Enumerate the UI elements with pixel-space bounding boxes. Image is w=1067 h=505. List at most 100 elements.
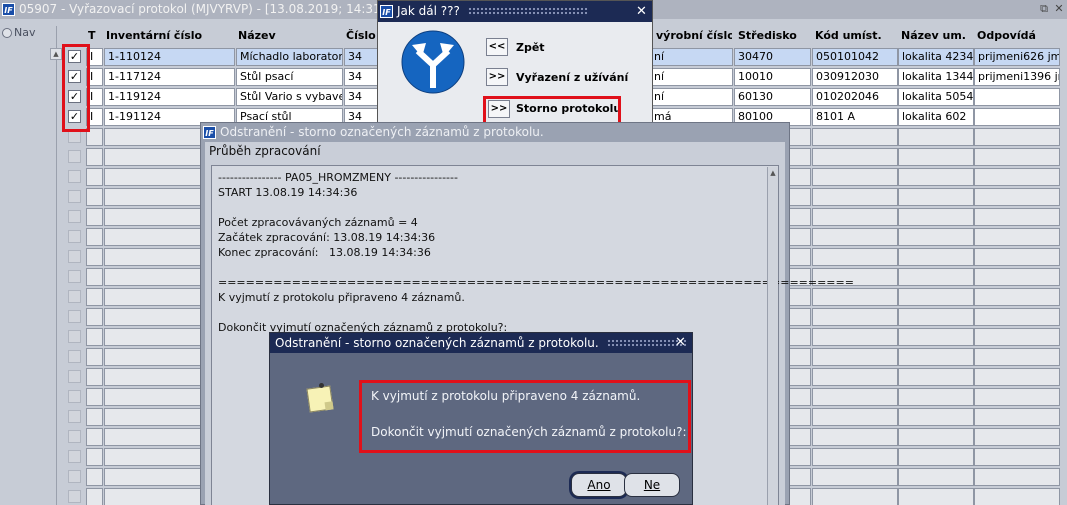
table-cell-odpovida[interactable] xyxy=(974,188,1060,206)
table-cell-nazev_um[interactable] xyxy=(898,468,974,486)
table-cell-nazev_um[interactable] xyxy=(898,448,974,466)
table-cell-nazev_um[interactable]: lokalita 602 xyxy=(898,108,974,126)
row-checkbox[interactable] xyxy=(68,310,81,323)
back-label[interactable]: Zpět xyxy=(516,41,545,54)
table-cell-nazev_um[interactable] xyxy=(898,388,974,406)
table-cell-nazev_um[interactable] xyxy=(898,348,974,366)
table-cell-odpovida[interactable] xyxy=(974,388,1060,406)
row-checkbox[interactable] xyxy=(68,290,81,303)
table-cell-t[interactable] xyxy=(86,388,103,406)
table-cell-t[interactable] xyxy=(86,468,103,486)
table-cell-cislo[interactable]: 34 xyxy=(344,68,378,86)
nav-radio-icon[interactable] xyxy=(2,28,12,38)
table-cell-kod[interactable]: 030912030 xyxy=(812,68,898,86)
row-checkbox[interactable] xyxy=(68,150,81,163)
table-cell-odpovida[interactable] xyxy=(974,168,1060,186)
table-cell-inv[interactable]: 1-110124 xyxy=(104,48,235,66)
table-cell-nazev_um[interactable] xyxy=(898,488,974,505)
table-cell-odpovida[interactable] xyxy=(974,208,1060,226)
table-cell-t[interactable] xyxy=(86,288,103,306)
table-cell-stredisko[interactable]: 30470 xyxy=(734,48,811,66)
table-cell-odpovida[interactable] xyxy=(974,448,1060,466)
row-checkbox[interactable] xyxy=(68,390,81,403)
table-cell-vyr[interactable]: ní xyxy=(650,68,733,86)
table-cell-kod[interactable] xyxy=(812,128,898,146)
table-cell-nazev_um[interactable] xyxy=(898,148,974,166)
row-checkbox[interactable] xyxy=(68,170,81,183)
row-checkbox[interactable] xyxy=(68,450,81,463)
table-cell-odpovida[interactable] xyxy=(974,488,1060,505)
table-cell-nazev_um[interactable] xyxy=(898,268,974,286)
table-cell-kod[interactable]: 050101042 xyxy=(812,48,898,66)
table-cell-kod[interactable] xyxy=(812,428,898,446)
table-cell-t[interactable] xyxy=(86,308,103,326)
table-cell-t[interactable] xyxy=(86,328,103,346)
table-cell-t[interactable] xyxy=(86,148,103,166)
table-cell-inv[interactable]: 1-119124 xyxy=(104,88,235,106)
table-cell-t[interactable] xyxy=(86,448,103,466)
table-cell-kod[interactable] xyxy=(812,368,898,386)
table-cell-kod[interactable] xyxy=(812,408,898,426)
table-cell-nazev_um[interactable]: lokalita 1344 xyxy=(898,68,974,86)
table-cell-kod[interactable] xyxy=(812,468,898,486)
table-cell-stredisko[interactable]: 60130 xyxy=(734,88,811,106)
vyrazeni-button[interactable]: >> xyxy=(486,68,508,86)
table-cell-odpovida[interactable] xyxy=(974,328,1060,346)
col-header-stredisko[interactable]: Středisko xyxy=(736,27,810,45)
table-cell-t[interactable] xyxy=(86,188,103,206)
table-cell-nazev_um[interactable] xyxy=(898,368,974,386)
table-cell-t[interactable] xyxy=(86,268,103,286)
table-cell-nazev_um[interactable] xyxy=(898,288,974,306)
table-cell-odpovida[interactable] xyxy=(974,268,1060,286)
row-checkbox[interactable] xyxy=(68,330,81,343)
table-cell-t[interactable] xyxy=(86,168,103,186)
table-cell-nazev_um[interactable] xyxy=(898,308,974,326)
table-cell-odpovida[interactable] xyxy=(974,228,1060,246)
table-cell-odpovida[interactable] xyxy=(974,368,1060,386)
row-checkbox[interactable] xyxy=(68,370,81,383)
table-cell-nazev_um[interactable] xyxy=(898,208,974,226)
vyrazeni-label[interactable]: Vyřazení z užívání xyxy=(516,71,628,84)
table-cell-odpovida[interactable] xyxy=(974,88,1060,106)
table-cell-nazev_um[interactable] xyxy=(898,188,974,206)
table-cell-t[interactable] xyxy=(86,348,103,366)
table-cell-t[interactable] xyxy=(86,428,103,446)
table-cell-cislo[interactable]: 34 xyxy=(344,48,378,66)
row-checkbox[interactable] xyxy=(68,270,81,283)
table-cell-kod[interactable] xyxy=(812,348,898,366)
table-cell-odpovida[interactable] xyxy=(974,288,1060,306)
col-header-nazev[interactable]: Název xyxy=(236,27,342,45)
col-header-odpovida[interactable]: Odpovídá xyxy=(975,27,1061,45)
row-checkbox[interactable] xyxy=(68,350,81,363)
table-cell-kod[interactable] xyxy=(812,488,898,505)
table-cell-inv[interactable]: 1-117124 xyxy=(104,68,235,86)
table-cell-odpovida[interactable] xyxy=(974,408,1060,426)
table-cell-t[interactable] xyxy=(86,228,103,246)
table-cell-kod[interactable] xyxy=(812,148,898,166)
table-cell-t[interactable] xyxy=(86,248,103,266)
table-cell-nazev_um[interactable] xyxy=(898,168,974,186)
close-window-icon[interactable]: ✕ xyxy=(1052,1,1066,16)
row-checkbox[interactable] xyxy=(68,490,81,503)
table-cell-odpovida[interactable] xyxy=(974,148,1060,166)
table-cell-nazev_um[interactable] xyxy=(898,328,974,346)
table-cell-odpovida[interactable]: prijmeni1396 jmen xyxy=(974,68,1060,86)
back-button[interactable]: << xyxy=(486,38,508,56)
table-cell-t[interactable] xyxy=(86,208,103,226)
table-cell-odpovida[interactable]: prijmeni626 jmeno xyxy=(974,48,1060,66)
table-cell-nazev_um[interactable] xyxy=(898,128,974,146)
col-header-t[interactable]: T xyxy=(86,27,102,45)
table-cell-odpovida[interactable] xyxy=(974,348,1060,366)
table-cell-nazev_um[interactable] xyxy=(898,248,974,266)
table-cell-kod[interactable]: 010202046 xyxy=(812,88,898,106)
table-cell-odpovida[interactable] xyxy=(974,428,1060,446)
table-cell-vyr[interactable]: ní xyxy=(650,88,733,106)
row-checkbox[interactable] xyxy=(68,410,81,423)
col-header-inventarni-cislo[interactable]: Inventární číslo xyxy=(104,27,234,45)
table-cell-odpovida[interactable] xyxy=(974,108,1060,126)
scroll-up-icon[interactable]: ▲ xyxy=(769,168,777,178)
col-header-cislo-p[interactable]: Číslo p xyxy=(344,27,378,45)
table-cell-kod[interactable]: 8101 A xyxy=(812,108,898,126)
close-icon[interactable]: ✕ xyxy=(675,333,686,353)
table-cell-nazev_um[interactable] xyxy=(898,228,974,246)
